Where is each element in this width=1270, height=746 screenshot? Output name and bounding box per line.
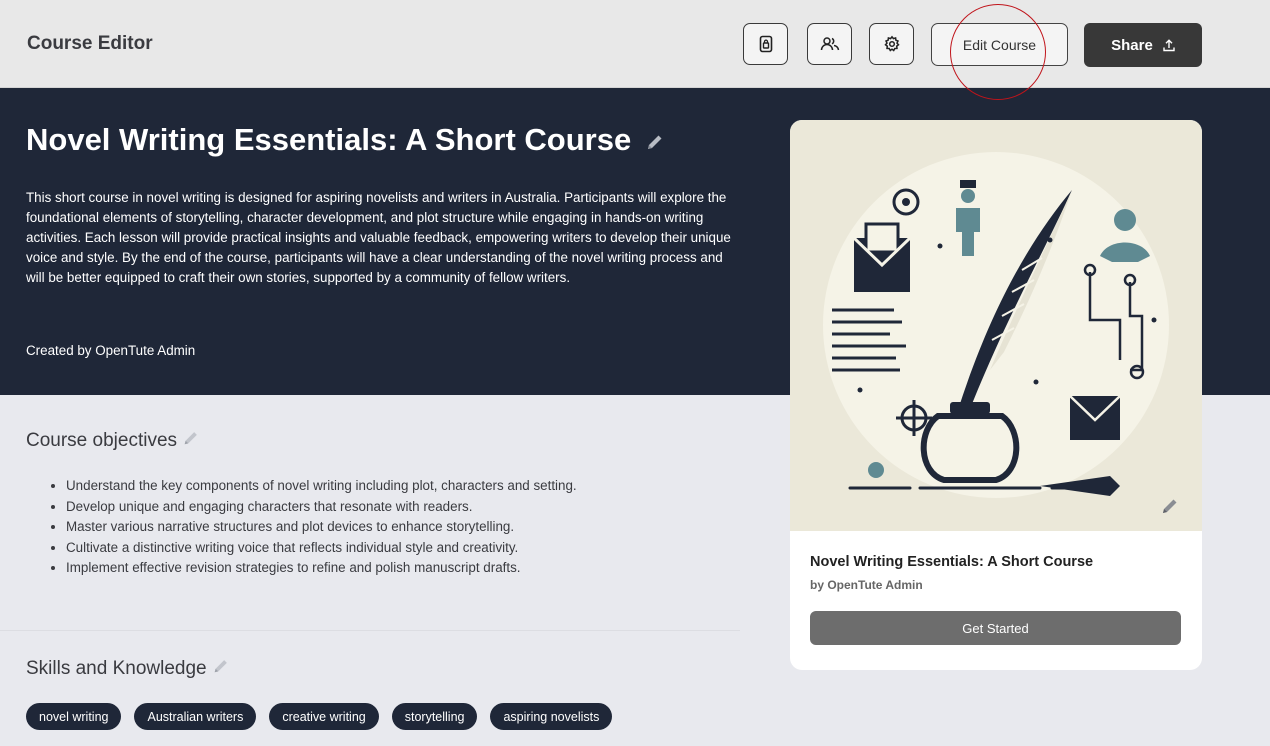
skill-tag[interactable]: creative writing [269, 703, 379, 730]
objectives-list: Understand the key components of novel w… [66, 476, 706, 579]
edit-course-button[interactable]: Edit Course [931, 23, 1068, 66]
get-started-button[interactable]: Get Started [810, 611, 1181, 645]
objectives-heading-text: Course objectives [26, 430, 178, 451]
objective-item: Understand the key components of novel w… [66, 476, 706, 497]
skills-heading-text: Skills and Knowledge [26, 658, 207, 679]
edit-objectives-pencil-icon[interactable] [182, 429, 200, 447]
card-author: by OpenTute Admin [810, 578, 923, 592]
edit-cover-pencil-icon[interactable] [1160, 496, 1180, 516]
objective-item: Master various narrative structures and … [66, 517, 706, 538]
course-card: Novel Writing Essentials: A Short Course… [790, 120, 1202, 670]
edit-skills-pencil-icon[interactable] [212, 657, 230, 675]
objective-item: Develop unique and engaging characters t… [66, 497, 706, 518]
document-button[interactable] [743, 23, 788, 65]
users-icon [820, 37, 839, 51]
gear-icon [883, 35, 900, 52]
ink-bottle-icon [920, 402, 1020, 483]
skill-tag[interactable]: novel writing [26, 703, 122, 730]
cover-illustration [823, 152, 1169, 498]
upload-icon [1163, 38, 1175, 51]
created-by: Created by OpenTute Admin [26, 343, 196, 358]
edit-title-pencil-icon[interactable] [645, 124, 665, 160]
course-title-text: Novel Writing Essentials: A Short Course [26, 122, 632, 157]
skills-tags: novel writing Australian writers creativ… [26, 703, 613, 730]
skill-tag[interactable]: aspiring novelists [490, 703, 613, 730]
objectives-heading: Course objectives [26, 429, 200, 452]
app-title: Course Editor [27, 33, 153, 54]
users-button[interactable] [807, 23, 852, 65]
card-title: Novel Writing Essentials: A Short Course [810, 554, 1094, 570]
skills-heading: Skills and Knowledge [26, 657, 230, 680]
course-cover-image [790, 120, 1202, 531]
skill-tag[interactable]: storytelling [391, 703, 478, 730]
skill-tag[interactable]: Australian writers [134, 703, 257, 730]
share-label: Share [1111, 36, 1153, 54]
top-bar: Course Editor Edit Course Share [0, 0, 1270, 88]
section-divider [0, 630, 740, 631]
objective-item: Implement effective revision strategies … [66, 558, 706, 579]
share-button[interactable]: Share [1084, 23, 1202, 67]
course-description: This short course in novel writing is de… [26, 190, 731, 285]
document-icon [759, 35, 772, 53]
course-title: Novel Writing Essentials: A Short Course [26, 122, 665, 160]
settings-button[interactable] [869, 23, 914, 65]
objective-item: Cultivate a distinctive writing voice th… [66, 538, 706, 559]
